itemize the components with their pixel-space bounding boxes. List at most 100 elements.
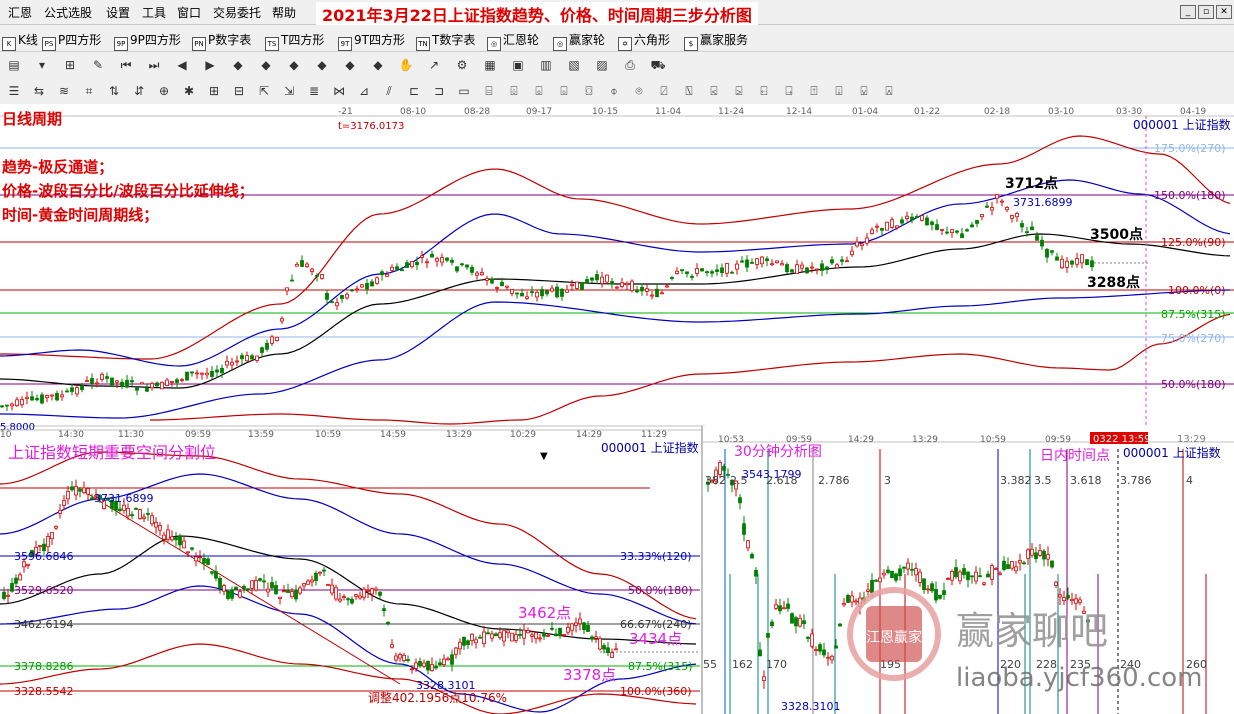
draw-tool-icon[interactable]: ◀ bbox=[174, 57, 190, 73]
draw-tool-icon[interactable]: ▣ bbox=[510, 57, 526, 73]
close-button[interactable]: ✕ bbox=[1216, 5, 1232, 19]
short-candle bbox=[222, 585, 226, 592]
analysis-tool-icon[interactable]: ▭ bbox=[456, 83, 472, 99]
ratio-top-label: 3.382 bbox=[1000, 474, 1032, 487]
time-tick: 14:30 bbox=[58, 430, 84, 440]
draw-tool-icon[interactable]: ◆ bbox=[370, 57, 386, 73]
9t-square-button[interactable]: 9T 9T四方形 bbox=[338, 31, 405, 51]
menu-item-tools[interactable]: 工具 bbox=[142, 4, 166, 21]
draw-tool-icon[interactable]: ✎ bbox=[90, 57, 106, 73]
daily-candle bbox=[235, 360, 239, 363]
daily-candle bbox=[150, 383, 154, 389]
jiangen-wheel-button[interactable]: ◎ 汇恩轮 bbox=[487, 31, 539, 51]
draw-tool-icon[interactable]: ▧ bbox=[566, 57, 582, 73]
analysis-tool-icon[interactable]: ⊕ bbox=[156, 83, 172, 99]
draw-tool-icon[interactable]: ⏮ bbox=[118, 57, 134, 73]
analysis-tool-icon[interactable]: ⍄ bbox=[731, 83, 747, 99]
analysis-tool-icon[interactable]: ⇱ bbox=[256, 83, 272, 99]
date-tick: 04-19 bbox=[1180, 107, 1206, 117]
analysis-tool-icon[interactable]: ⍓ bbox=[881, 83, 897, 99]
analysis-tool-icon[interactable]: ⌗ bbox=[81, 83, 97, 99]
winner-wheel-button[interactable]: ◎ 赢家轮 bbox=[553, 31, 605, 51]
br-time-tick: 13:29 bbox=[912, 435, 938, 445]
analysis-tool-icon[interactable]: ⌸ bbox=[481, 83, 497, 99]
draw-tool-icon[interactable]: ⎙ bbox=[622, 57, 638, 73]
menu-item-trade[interactable]: 交易委托 bbox=[213, 4, 261, 21]
draw-tool-icon[interactable]: ▾ bbox=[34, 57, 50, 73]
analysis-tool-icon[interactable]: ⋈ bbox=[331, 83, 347, 99]
analysis-tool-icon[interactable]: ⍇ bbox=[756, 83, 772, 99]
draw-tool-icon[interactable]: ▤ bbox=[6, 57, 22, 73]
9p-square-button[interactable]: 9P 9P四方形 bbox=[114, 31, 181, 51]
hexagon-button[interactable]: ✡ 六角形 bbox=[618, 31, 670, 51]
analysis-tool-icon[interactable]: ⊞ bbox=[206, 83, 222, 99]
daily-candle bbox=[1025, 231, 1029, 233]
analysis-tool-icon[interactable]: ✱ bbox=[181, 83, 197, 99]
analysis-tool-icon[interactable]: ⇲ bbox=[281, 83, 297, 99]
analysis-tool-icon[interactable]: ⊟ bbox=[231, 83, 247, 99]
analysis-tool-icon[interactable]: ⍈ bbox=[781, 83, 797, 99]
t-square-button[interactable]: TS T四方形 bbox=[265, 31, 324, 51]
short-candle bbox=[50, 532, 54, 540]
analysis-tool-icon[interactable]: ⌹ bbox=[506, 83, 522, 99]
menu-item-help[interactable]: 帮助 bbox=[272, 4, 296, 21]
draw-tool-icon[interactable]: ◆ bbox=[342, 57, 358, 73]
analysis-tool-icon[interactable]: ≣ bbox=[306, 83, 322, 99]
draw-tool-icon[interactable]: ⏭ bbox=[146, 57, 162, 73]
daily-candle bbox=[935, 224, 939, 231]
analysis-tool-icon[interactable]: ⌻ bbox=[531, 83, 547, 99]
menu-item-formula[interactable]: 公式选股 bbox=[44, 4, 92, 21]
analysis-tool-icon[interactable]: ⇵ bbox=[131, 83, 147, 99]
analysis-tool-icon[interactable]: ⇅ bbox=[106, 83, 122, 99]
kline-button[interactable]: K K线 bbox=[2, 31, 38, 51]
p-square-button[interactable]: PS P四方形 bbox=[42, 31, 101, 51]
analysis-tool-icon[interactable]: ⊏ bbox=[406, 83, 422, 99]
draw-tool-icon[interactable]: ▦ bbox=[482, 57, 498, 73]
analysis-tool-icon[interactable]: ⇆ bbox=[31, 83, 47, 99]
winner-service-button[interactable]: $ 赢家服务 bbox=[684, 31, 748, 51]
daily-candle bbox=[525, 296, 529, 299]
draw-tool-icon[interactable]: ◆ bbox=[314, 57, 330, 73]
menu-item-jiangen[interactable]: 汇恩 bbox=[8, 4, 32, 21]
minimize-button[interactable]: _ bbox=[1180, 5, 1196, 19]
restore-button[interactable]: ▫ bbox=[1198, 5, 1214, 19]
draw-tool-icon[interactable]: ↗ bbox=[426, 57, 442, 73]
daily-candle bbox=[960, 233, 964, 239]
short-candle bbox=[350, 598, 354, 604]
min30-candle bbox=[998, 572, 1002, 575]
draw-tool-icon[interactable]: ▥ bbox=[538, 57, 554, 73]
short-candle bbox=[138, 509, 142, 519]
daily-candle bbox=[315, 274, 319, 277]
analysis-tool-icon[interactable]: ⊐ bbox=[431, 83, 447, 99]
analysis-tool-icon[interactable]: ⍃ bbox=[706, 83, 722, 99]
draw-tool-icon[interactable]: ⚙ bbox=[454, 57, 470, 73]
analysis-tool-icon[interactable]: ⍁ bbox=[656, 83, 672, 99]
analysis-tool-icon[interactable]: ⊿ bbox=[356, 83, 372, 99]
draw-tool-icon[interactable]: ◆ bbox=[286, 57, 302, 73]
analysis-tool-icon[interactable]: ⫽ bbox=[381, 83, 397, 99]
daily-candle bbox=[320, 274, 324, 279]
draw-tool-icon[interactable]: ◆ bbox=[230, 57, 246, 73]
analysis-tool-icon[interactable]: ⌺ bbox=[556, 83, 572, 99]
analysis-tool-icon[interactable]: ⍌ bbox=[856, 83, 872, 99]
analysis-tool-icon[interactable]: ⌼ bbox=[581, 83, 597, 99]
analysis-tool-icon[interactable]: ⌾ bbox=[631, 83, 647, 99]
menu-item-window[interactable]: 窗口 bbox=[177, 4, 201, 21]
analysis-tool-icon[interactable]: ⍗ bbox=[831, 83, 847, 99]
draw-tool-icon[interactable]: ▨ bbox=[594, 57, 610, 73]
draw-tool-icon[interactable]: ⊞ bbox=[62, 57, 78, 73]
draw-tool-icon[interactable]: ◆ bbox=[258, 57, 274, 73]
analysis-tool-icon[interactable]: ⍐ bbox=[806, 83, 822, 99]
menu-item-settings[interactable]: 设置 bbox=[106, 4, 130, 21]
analysis-tool-icon[interactable]: ⍂ bbox=[681, 83, 697, 99]
p-number-button[interactable]: PN P数字表 bbox=[192, 31, 251, 51]
draw-tool-icon[interactable]: ▶ bbox=[202, 57, 218, 73]
analysis-tool-icon[interactable]: ≋ bbox=[56, 83, 72, 99]
draw-tool-icon[interactable]: ✋ bbox=[398, 57, 414, 73]
draw-tool-icon[interactable]: ⛟ bbox=[650, 57, 666, 73]
chart-area[interactable]: -21 08-10 08-28 09-17 10-15 11-04 11-24 12-14 01… bbox=[0, 104, 1234, 714]
t-number-button[interactable]: TN T数字表 bbox=[416, 31, 475, 51]
analysis-tool-icon[interactable]: ⌽ bbox=[606, 83, 622, 99]
analysis-tool-icon[interactable]: ☰ bbox=[6, 83, 22, 99]
short-candle bbox=[242, 586, 246, 589]
